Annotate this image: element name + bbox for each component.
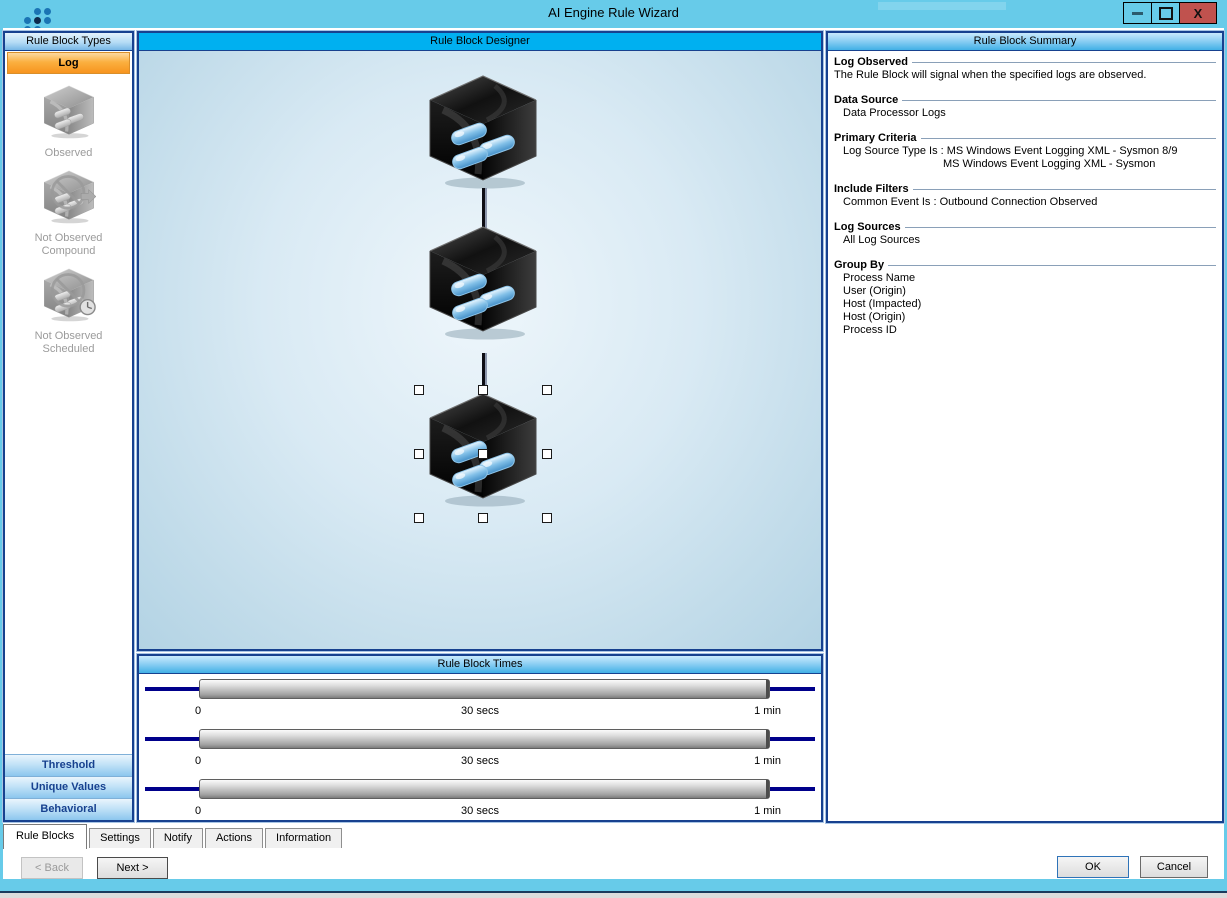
selection-handle[interactable] [542, 513, 552, 523]
titlebar: AI Engine Rule Wizard X [0, 0, 1227, 28]
section-title: Include Filters [834, 183, 1216, 196]
not-observed-compound-icon [41, 170, 97, 224]
rule-block-summary-body: Log Observed The Rule Block will signal … [828, 51, 1222, 821]
next-button[interactable]: Next > [97, 857, 168, 879]
section-line: MS Windows Event Logging XML - Sysmon [834, 158, 1216, 171]
section-title: Data Source [834, 94, 1216, 107]
time-slider-3[interactable] [199, 779, 770, 799]
section-title: Primary Criteria [834, 132, 1216, 145]
rule-type-log-button[interactable]: Log [7, 52, 130, 74]
list-item-observed[interactable]: Observed [7, 85, 130, 160]
section-line: Common Event Is : Outbound Connection Ob… [834, 196, 1216, 209]
section-line: Host (Origin) [834, 311, 1216, 324]
section-title: Log Observed [834, 56, 1216, 69]
rule-block-cube-1[interactable] [423, 74, 543, 190]
slider-1-mid-label: 30 secs [139, 705, 821, 717]
section-line: User (Origin) [834, 285, 1216, 298]
slider-3-mid-label: 30 secs [139, 805, 821, 817]
titlebar-highlight [878, 2, 1006, 10]
tab-actions[interactable]: Actions [205, 828, 263, 848]
section-line: Process ID [834, 324, 1216, 337]
selection-handle[interactable] [414, 385, 424, 395]
designer-canvas[interactable] [139, 51, 821, 649]
selection-handle[interactable] [414, 449, 424, 459]
window-bottom-edge [0, 893, 1227, 898]
selection-handle[interactable] [478, 449, 488, 459]
section-line: Process Name [834, 272, 1216, 285]
section-line: Host (Impacted) [834, 298, 1216, 311]
ai-engine-rule-wizard-window: AI Engine Rule Wizard X Rule Block Types… [0, 0, 1227, 898]
back-button[interactable]: < Back [21, 857, 83, 879]
tab-notify[interactable]: Notify [153, 828, 203, 848]
slider-2-max-label: 1 min [754, 755, 781, 767]
tab-settings[interactable]: Settings [89, 828, 151, 848]
maximize-button[interactable] [1151, 2, 1180, 24]
rule-block-cube-2[interactable] [423, 225, 543, 341]
wizard-tabs: Rule Blocks Settings Notify Actions Info… [3, 823, 344, 848]
summary-section-data-source: Data Source Data Processor Logs [834, 94, 1216, 120]
observed-cube-icon [41, 85, 97, 139]
summary-section-primary-criteria: Primary Criteria Log Source Type Is : MS… [834, 132, 1216, 171]
rule-type-unique-values-button[interactable]: Unique Values [5, 776, 132, 798]
selection-handle[interactable] [478, 385, 488, 395]
selection-handle[interactable] [542, 385, 552, 395]
log-rule-block-type-list: Observed Not Observed Compound [7, 75, 130, 754]
summary-section-group-by: Group By Process Name User (Origin) Host… [834, 259, 1216, 337]
summary-section-log-sources: Log Sources All Log Sources [834, 221, 1216, 247]
rule-type-threshold-button[interactable]: Threshold [5, 754, 132, 776]
rule-block-summary-header: Rule Block Summary [828, 33, 1222, 51]
selection-handle[interactable] [478, 513, 488, 523]
section-line: The Rule Block will signal when the spec… [834, 69, 1216, 82]
maximize-icon [1159, 7, 1173, 20]
rule-block-types-header: Rule Block Types [5, 33, 132, 51]
window-title: AI Engine Rule Wizard [0, 5, 1227, 20]
section-line: Log Source Type Is : MS Windows Event Lo… [834, 145, 1216, 158]
minimize-button[interactable] [1123, 2, 1152, 24]
tab-rule-blocks[interactable]: Rule Blocks [3, 824, 87, 849]
time-slider-2[interactable] [199, 729, 770, 749]
rule-block-times-panel: Rule Block Times 0 30 secs 1 min 0 30 se… [137, 654, 823, 822]
rule-block-designer-panel: Rule Block Designer [137, 31, 823, 651]
cancel-button[interactable]: Cancel [1140, 856, 1208, 878]
not-observed-scheduled-icon [41, 268, 97, 322]
selection-handle[interactable] [542, 449, 552, 459]
rule-type-behavioral-button[interactable]: Behavioral [5, 798, 132, 820]
list-item-label: Not Observed Scheduled [24, 330, 114, 356]
rule-block-times-header: Rule Block Times [139, 656, 821, 674]
close-button[interactable]: X [1179, 2, 1217, 24]
section-title: Log Sources [834, 221, 1216, 234]
slider-1-max-label: 1 min [754, 705, 781, 717]
rule-block-types-panel: Rule Block Types Log Observed Not Observ… [3, 31, 134, 822]
summary-section-include-filters: Include Filters Common Event Is : Outbou… [834, 183, 1216, 209]
slider-3-max-label: 1 min [754, 805, 781, 817]
minimize-icon [1132, 12, 1143, 15]
list-item-not-observed-compound[interactable]: Not Observed Compound [7, 170, 130, 258]
list-item-label: Observed [7, 147, 130, 160]
summary-section-log-observed: Log Observed The Rule Block will signal … [834, 56, 1216, 82]
section-line: All Log Sources [834, 234, 1216, 247]
section-title: Group By [834, 259, 1216, 272]
tab-information[interactable]: Information [265, 828, 342, 848]
time-slider-1[interactable] [199, 679, 770, 699]
slider-2-mid-label: 30 secs [139, 755, 821, 767]
list-item-label: Not Observed Compound [24, 232, 114, 258]
rule-block-designer-header: Rule Block Designer [139, 33, 821, 51]
selection-handle[interactable] [414, 513, 424, 523]
ok-button[interactable]: OK [1057, 856, 1129, 878]
close-icon: X [1194, 7, 1203, 20]
section-line: Data Processor Logs [834, 107, 1216, 120]
rule-block-summary-panel: Rule Block Summary Log Observed The Rule… [826, 31, 1224, 823]
list-item-not-observed-scheduled[interactable]: Not Observed Scheduled [7, 268, 130, 356]
